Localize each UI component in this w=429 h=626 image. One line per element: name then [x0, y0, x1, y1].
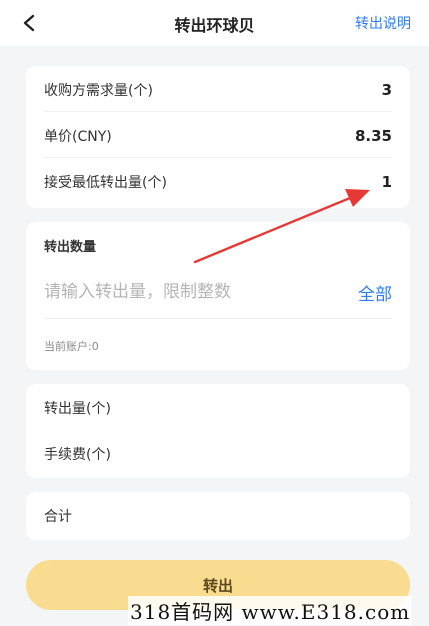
demand-label: 收购方需求量(个): [44, 82, 153, 99]
account-balance-text: 当前账户:0: [44, 340, 99, 353]
all-button[interactable]: 全部: [358, 280, 392, 305]
min-transfer-label: 接受最低转出量(个): [44, 175, 167, 191]
transfer-amount-card: 转出数量 全部 当前账户:0: [26, 222, 410, 370]
watermark-text: 318首码网 www.E318.com: [128, 596, 413, 625]
total-card: 合计: [26, 492, 410, 540]
total-label: 合计: [44, 509, 72, 525]
header-bar: 转出环球贝 转出说明: [0, 0, 429, 46]
transfer-explanation-link[interactable]: 转出说明: [355, 13, 411, 33]
details-card: 转出量(个) 手续费(个): [26, 384, 410, 478]
demand-value: 3: [381, 80, 392, 99]
summary-row-price: 单价(CNY) 8.35: [44, 114, 392, 158]
transfer-amount-title: 转出数量: [44, 240, 97, 255]
fee-row: 手续费(个): [44, 434, 392, 474]
price-label: 单价(CNY): [44, 128, 112, 145]
transfer-quantity-label: 转出量(个): [44, 401, 111, 417]
min-transfer-value: 1: [381, 173, 392, 191]
transfer-quantity-row: 转出量(个): [44, 388, 392, 428]
summary-row-demand: 收购方需求量(个) 3: [44, 68, 392, 112]
price-value: 8.35: [354, 126, 392, 145]
summary-row-min-transfer: 接受最低转出量(个) 1: [44, 160, 392, 204]
fee-label: 手续费(个): [44, 447, 111, 463]
transfer-amount-input[interactable]: [44, 274, 334, 310]
input-divider: [44, 318, 392, 319]
summary-card: 收购方需求量(个) 3 单价(CNY) 8.35 接受最低转出量(个) 1: [26, 66, 410, 208]
